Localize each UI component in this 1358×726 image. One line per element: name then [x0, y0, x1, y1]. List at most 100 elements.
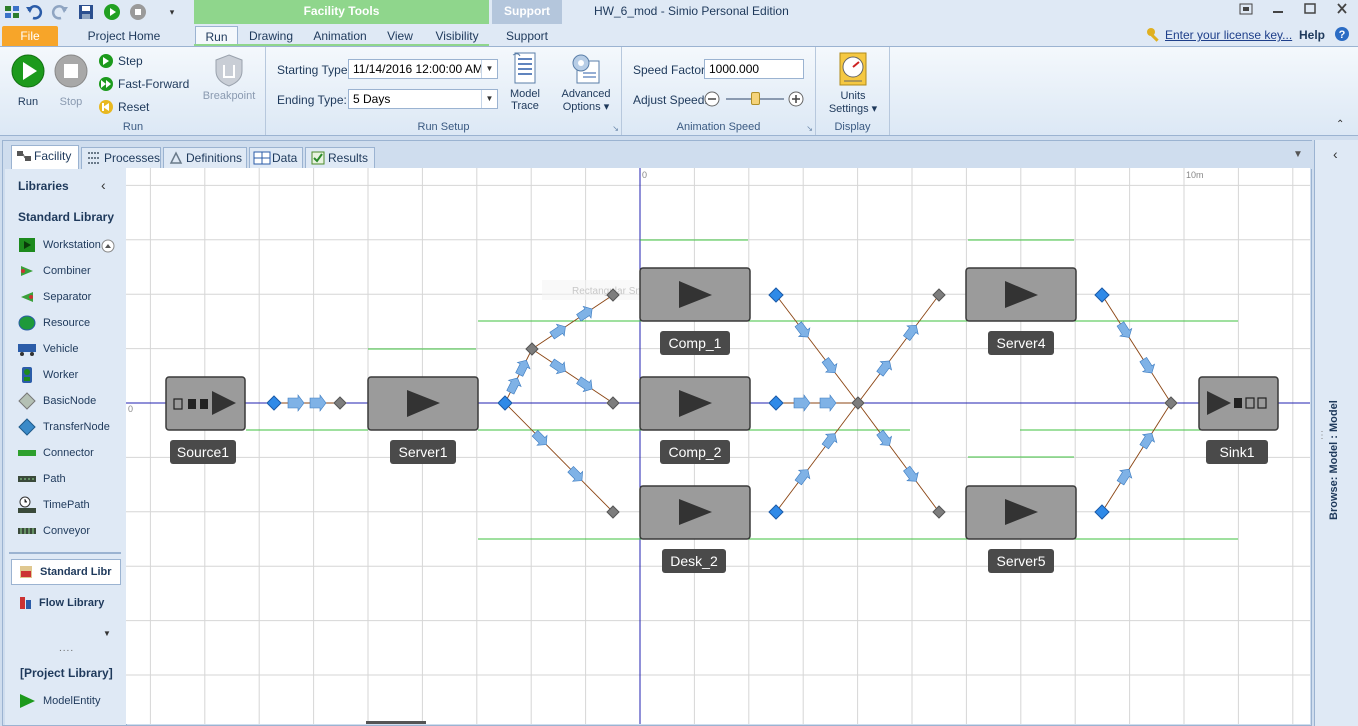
comp2-input-node[interactable]: [606, 396, 620, 410]
speed-decrease-icon[interactable]: [704, 91, 720, 110]
horizontal-scrollbar-thumb[interactable]: [366, 721, 426, 724]
server4-output-node[interactable]: [1094, 287, 1110, 303]
tab-project-home[interactable]: Project Home: [82, 26, 166, 46]
customize-qat-icon[interactable]: ▾: [162, 2, 182, 22]
dialog-launcher-icon[interactable]: ↘: [806, 124, 813, 133]
tab-drawing[interactable]: Drawing: [244, 26, 298, 46]
close-icon[interactable]: [1332, 3, 1352, 19]
reset-button[interactable]: Reset: [98, 99, 149, 115]
divider: [9, 552, 121, 554]
model-trace-button[interactable]: Model Trace: [506, 51, 544, 112]
basic-node[interactable]: [333, 396, 347, 410]
save-icon[interactable]: [76, 2, 96, 22]
license-key-link[interactable]: Enter your license key...: [1165, 28, 1292, 42]
library-item-worker[interactable]: Worker: [17, 365, 78, 385]
comp2-output-node[interactable]: [768, 395, 784, 411]
tab-processes[interactable]: Processes: [81, 147, 161, 169]
tab-definitions[interactable]: Definitions: [163, 147, 247, 169]
server5-output-node[interactable]: [1094, 504, 1110, 520]
expand-browse-icon[interactable]: ‹: [1333, 146, 1338, 162]
desk2-output-node[interactable]: [768, 504, 784, 520]
library-item-modelentity[interactable]: ModelEntity: [17, 691, 100, 711]
speed-factor-input[interactable]: 1000.000: [704, 59, 804, 79]
library-item-conveyor[interactable]: Conveyor: [17, 521, 90, 541]
server5-input-node[interactable]: [932, 505, 946, 519]
chevron-down-icon[interactable]: ▼: [481, 90, 497, 108]
restore-layout-icon[interactable]: [1236, 3, 1256, 19]
tab-overflow-icon[interactable]: ▼: [1293, 149, 1303, 160]
dialog-launcher-icon[interactable]: ↘: [612, 124, 619, 133]
tab-visibility[interactable]: Visibility: [430, 26, 484, 46]
splitter-grip-icon[interactable]: ....: [59, 643, 74, 654]
redo-icon[interactable]: [50, 2, 70, 22]
flow-arrow: [821, 357, 838, 373]
conveyor-icon: [17, 522, 37, 540]
speed-increase-icon[interactable]: [788, 91, 804, 110]
maximize-icon[interactable]: [1300, 3, 1320, 19]
library-item-basicnode[interactable]: BasicNode: [17, 391, 96, 411]
server1-object[interactable]: Server1: [367, 376, 479, 464]
source1-object[interactable]: Source1: [165, 376, 246, 464]
facility-canvas[interactable]: 0 10m 0 Rectangular Snip Source1 Server1…: [126, 168, 1310, 724]
minimize-icon[interactable]: [1268, 3, 1288, 19]
library-item-transfernode[interactable]: TransferNode: [17, 417, 110, 437]
tab-view[interactable]: View: [382, 26, 418, 46]
desk2-object[interactable]: Desk_2: [639, 485, 751, 573]
chevron-down-icon[interactable]: ▼: [103, 629, 111, 638]
transfer-node-icon: [17, 418, 37, 436]
merge-node[interactable]: [851, 396, 865, 410]
advanced-options-button[interactable]: Advanced Options ▾: [556, 51, 616, 113]
collapse-libraries-icon[interactable]: ‹: [101, 177, 106, 193]
facility-view[interactable]: 0 10m 0 Rectangular Snip Source1 Server1…: [126, 168, 1310, 724]
undo-icon[interactable]: [24, 2, 44, 22]
comp1-output-node[interactable]: [768, 287, 784, 303]
flow-library-tab[interactable]: Flow Library: [17, 595, 104, 611]
tab-run[interactable]: Run: [195, 26, 238, 46]
library-item-path[interactable]: Path: [17, 469, 66, 489]
tab-facility[interactable]: Facility: [11, 145, 79, 169]
collapse-ribbon-icon[interactable]: ⌃: [1336, 119, 1344, 130]
comp2-object[interactable]: Comp_2: [639, 376, 751, 464]
run-button[interactable]: Run: [8, 53, 48, 108]
sink1-object[interactable]: Sink1: [1198, 376, 1279, 464]
tab-file[interactable]: File: [2, 26, 58, 46]
tab-support[interactable]: Support: [500, 26, 554, 46]
fast-forward-button[interactable]: Fast-Forward: [98, 76, 189, 92]
scroll-up-icon[interactable]: [101, 239, 115, 256]
library-item-connector[interactable]: Connector: [17, 443, 94, 463]
library-item-timepath[interactable]: TimePath: [17, 495, 90, 515]
speed-slider-track[interactable]: [726, 92, 784, 105]
sink1-input-node[interactable]: [1164, 396, 1178, 410]
starting-type-combo[interactable]: 11/14/2016 12:00:00 AM ▼: [348, 59, 498, 79]
stop-button[interactable]: Stop: [51, 53, 91, 108]
standard-library-tab[interactable]: Standard Libr: [11, 559, 121, 585]
library-item-combiner[interactable]: Combiner: [17, 261, 91, 281]
ending-type-combo[interactable]: 5 Days ▼: [348, 89, 498, 109]
speed-slider-thumb[interactable]: [751, 92, 760, 105]
server5-object[interactable]: Server5: [965, 485, 1077, 573]
breakpoint-button[interactable]: Breakpoint: [196, 53, 262, 102]
units-settings-button[interactable]: Units Settings ▾: [820, 51, 886, 115]
server4-object[interactable]: Server4: [965, 267, 1077, 355]
tab-data[interactable]: Data: [249, 147, 303, 169]
splitter-handle-icon[interactable]: ⋮: [1317, 430, 1327, 441]
library-item-workstation[interactable]: Workstation: [17, 235, 101, 255]
comp1-object[interactable]: Comp_1: [639, 267, 751, 355]
help-icon[interactable]: ?: [1334, 26, 1350, 45]
library-item-separator[interactable]: Separator: [17, 287, 91, 307]
server4-input-node[interactable]: [932, 288, 946, 302]
library-item-resource[interactable]: Resource: [17, 313, 90, 333]
run-quick-icon[interactable]: [102, 2, 122, 22]
tab-results[interactable]: Results: [305, 147, 375, 169]
library-item-vehicle[interactable]: Vehicle: [17, 339, 78, 359]
app-menu-icon[interactable]: [2, 2, 22, 22]
tab-animation[interactable]: Animation: [308, 26, 372, 46]
step-button[interactable]: Step: [98, 53, 143, 69]
chevron-down-icon[interactable]: ▼: [481, 60, 497, 78]
source1-output-node[interactable]: [266, 395, 282, 411]
help-menu[interactable]: Help: [1299, 28, 1325, 42]
stop-quick-icon[interactable]: [128, 2, 148, 22]
basic-node[interactable]: [525, 342, 539, 356]
flow-arrow: [876, 429, 893, 446]
desk2-label: Desk_2: [670, 553, 718, 569]
